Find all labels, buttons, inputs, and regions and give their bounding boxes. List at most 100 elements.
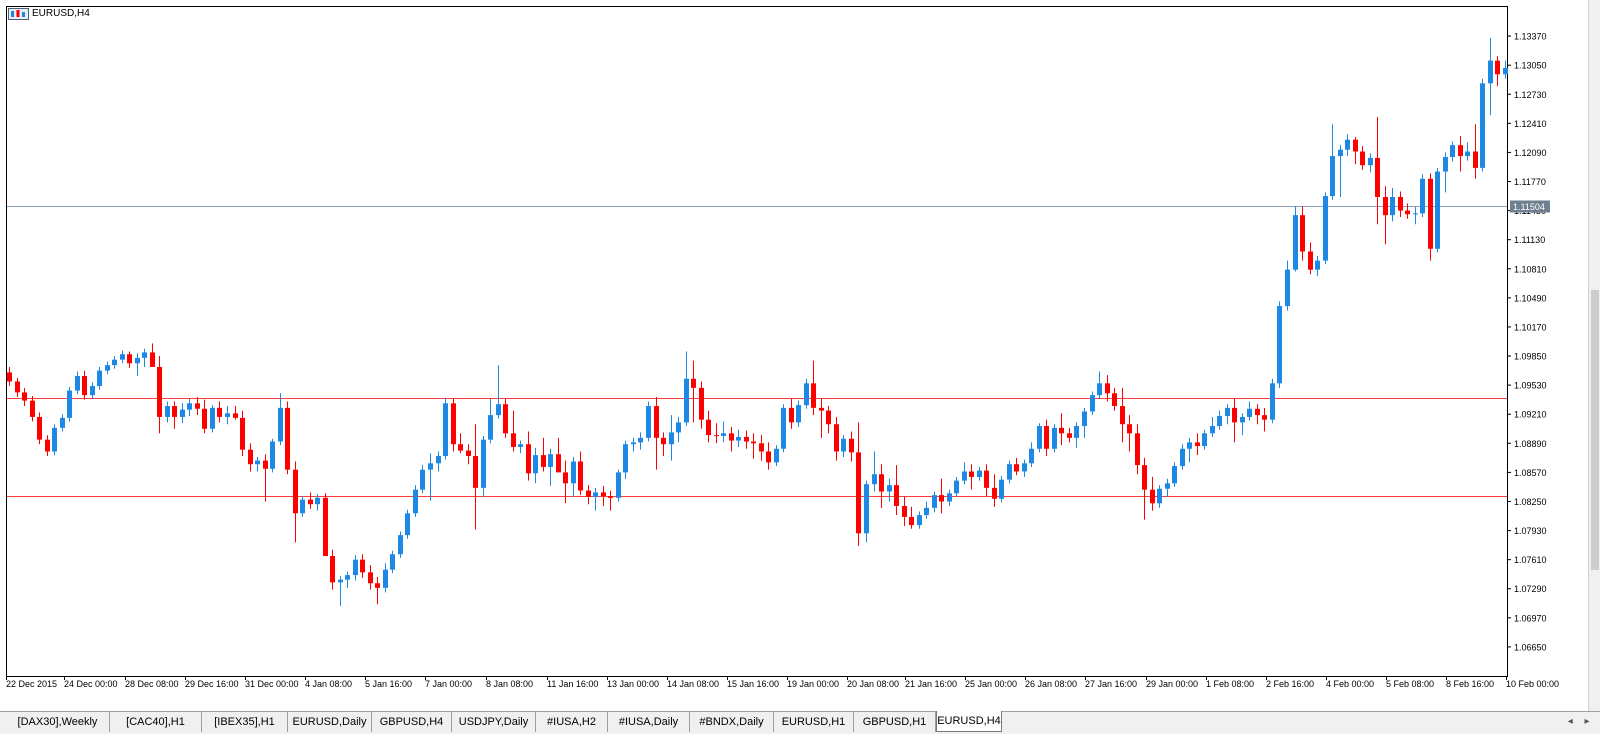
candle xyxy=(992,474,997,507)
chart-tab[interactable]: GBPUSD,H1 xyxy=(854,712,936,732)
candle-body xyxy=(496,404,501,416)
candle xyxy=(1225,404,1230,425)
chart-tab[interactable]: #BNDX,Daily xyxy=(690,712,774,732)
candle xyxy=(195,396,200,416)
chart-tab[interactable]: [DAX30],Weekly xyxy=(6,712,110,732)
candle xyxy=(338,576,343,607)
vertical-scrollbar[interactable] xyxy=(1588,0,1600,711)
candle xyxy=(217,401,222,423)
candle xyxy=(654,396,659,470)
candle xyxy=(947,489,952,507)
candle-body xyxy=(120,354,125,360)
candle xyxy=(112,356,117,369)
candle xyxy=(1097,371,1102,399)
candle xyxy=(736,429,741,447)
candle xyxy=(932,491,937,513)
candle xyxy=(894,465,899,516)
candle xyxy=(1420,174,1425,217)
candle-body xyxy=(248,449,253,465)
candle-body xyxy=(1105,383,1110,394)
candle xyxy=(646,401,651,442)
chart-tab[interactable]: #IUSA,Daily xyxy=(608,712,690,732)
candle xyxy=(526,431,531,481)
time-axis-label: 29 Jan 00:00 xyxy=(1146,679,1198,689)
candle xyxy=(1473,124,1478,179)
chart-tab[interactable]: EURUSD,H4 xyxy=(936,711,1002,732)
candle-body xyxy=(1262,415,1267,420)
candle-body xyxy=(1202,433,1207,447)
candle xyxy=(1135,424,1140,475)
candle xyxy=(902,496,907,527)
candle xyxy=(1127,415,1132,452)
candle-body xyxy=(488,415,493,440)
candle-body xyxy=(1277,306,1282,384)
candle-body xyxy=(330,556,335,583)
price-chart[interactable]: 1.13370 1.13050 1.12730 1.12410 1.12090 1.117… xyxy=(0,0,1588,711)
candle xyxy=(1044,419,1049,457)
candle-body xyxy=(172,406,177,417)
candle xyxy=(1405,203,1410,219)
candle-body xyxy=(233,413,238,418)
candle-body xyxy=(127,354,132,364)
price-axis-label: 1.13050 xyxy=(1514,61,1547,71)
candle xyxy=(67,386,72,422)
chart-tab[interactable]: EURUSD,Daily xyxy=(288,712,372,732)
candle-body xyxy=(638,437,643,443)
candle xyxy=(511,410,516,452)
candle-body xyxy=(1495,60,1500,75)
price-axis-label: 1.10810 xyxy=(1514,264,1547,274)
chart-tab[interactable]: EURUSD,H1 xyxy=(774,712,854,732)
candle-body xyxy=(691,378,696,388)
candle xyxy=(488,398,493,444)
tab-scroll-right-icon[interactable]: ▸ xyxy=(1580,712,1594,732)
candle-body xyxy=(308,499,313,505)
price-axis-label: 1.06970 xyxy=(1514,613,1547,623)
candle xyxy=(157,356,162,434)
candle-body xyxy=(15,381,20,393)
candle-body xyxy=(804,383,809,406)
candle xyxy=(120,350,125,364)
candle xyxy=(699,381,704,429)
candle-body xyxy=(1059,427,1064,434)
candle xyxy=(1398,191,1403,217)
vertical-scroll-thumb[interactable] xyxy=(1591,290,1599,570)
candle xyxy=(240,410,245,457)
candle-body xyxy=(631,442,636,445)
candle xyxy=(285,401,290,475)
chart-tab[interactable]: #IUSA,H2 xyxy=(536,712,608,732)
candle xyxy=(796,400,801,427)
price-axis-label: 1.12090 xyxy=(1514,148,1547,158)
candle xyxy=(789,398,794,429)
chart-tab[interactable]: USDJPY,Daily xyxy=(452,712,536,732)
candle xyxy=(390,550,395,574)
candle-body xyxy=(263,460,268,469)
candle xyxy=(225,406,230,425)
candle-body xyxy=(1037,426,1042,449)
candle-body xyxy=(556,454,561,473)
candle xyxy=(481,436,486,497)
candle xyxy=(75,371,80,395)
candle-body xyxy=(398,535,403,555)
candle xyxy=(1165,478,1170,497)
candle xyxy=(278,393,283,446)
chart-tab[interactable]: [CAC40],H1 xyxy=(110,712,202,732)
candle-body xyxy=(1112,393,1117,407)
chart-tab[interactable]: GBPUSD,H4 xyxy=(372,712,452,732)
chart-tab[interactable]: [IBEX35],H1 xyxy=(202,712,288,732)
candle xyxy=(541,437,546,472)
candle-body xyxy=(766,451,771,463)
candle xyxy=(300,496,305,517)
candle xyxy=(466,444,471,465)
candle-body xyxy=(1413,213,1418,215)
candle-body xyxy=(451,403,456,445)
candle-body xyxy=(1007,464,1012,480)
candle-body xyxy=(1360,151,1365,166)
candle xyxy=(1090,391,1095,416)
candle-body xyxy=(1420,178,1425,214)
tab-scroll-left-icon[interactable]: ◂ xyxy=(1563,712,1577,732)
candle xyxy=(1443,152,1448,193)
price-axis-label: 1.08250 xyxy=(1514,497,1547,507)
candle-body xyxy=(563,472,568,484)
candle xyxy=(1112,387,1117,411)
tab-scroll-buttons: ◂ ▸ xyxy=(1563,712,1594,732)
